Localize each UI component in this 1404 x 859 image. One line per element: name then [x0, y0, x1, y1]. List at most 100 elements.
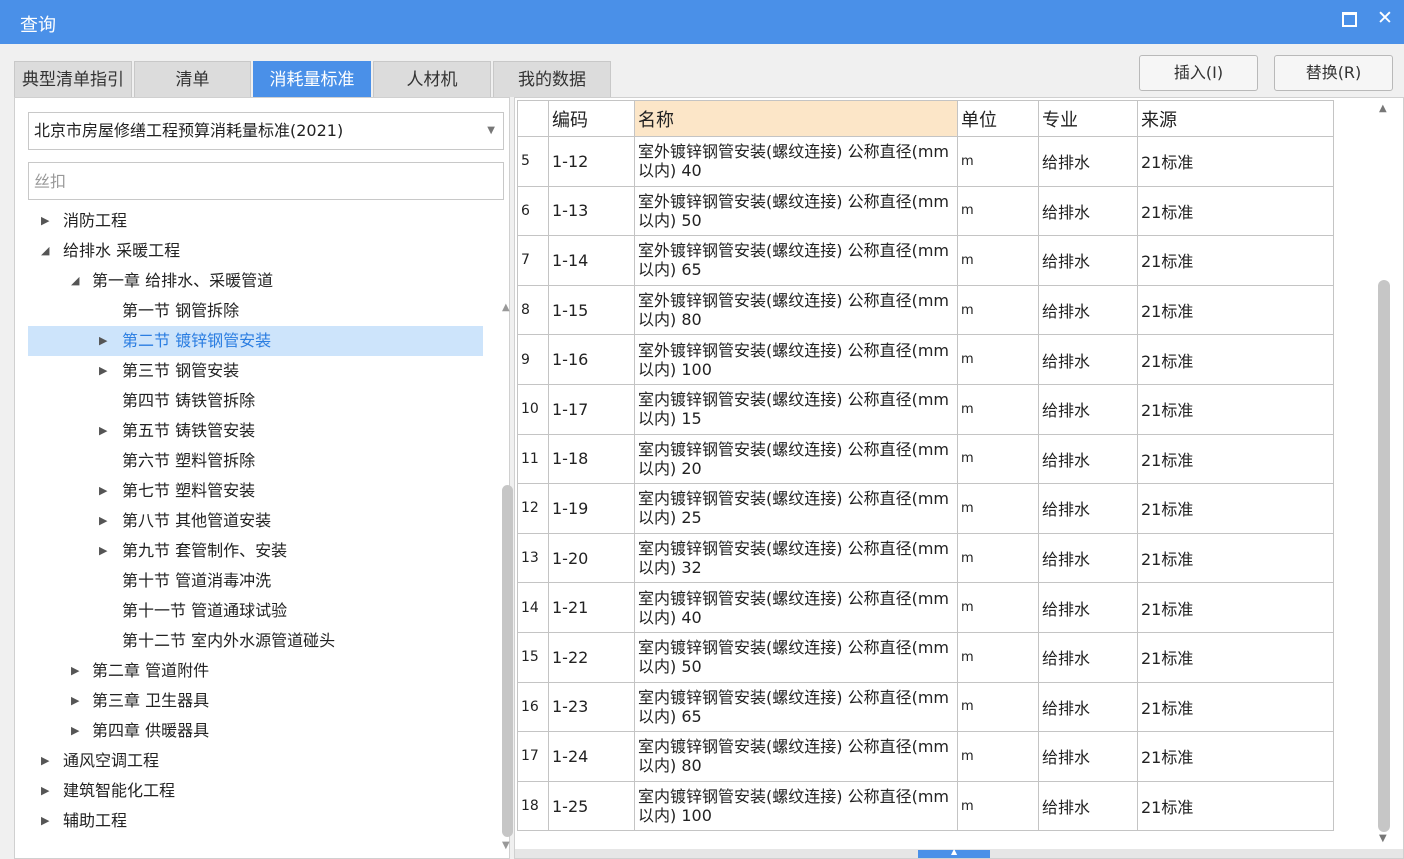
- tree-item[interactable]: ▶ 消防工程: [28, 206, 483, 236]
- table-row[interactable]: 18 1-25 室内镀锌钢管安装(螺纹连接) 公称直径(mm以内) 100 m 给排水 2…: [517, 780, 1334, 832]
- tab-typical-list-guide[interactable]: 典型清单指引: [14, 61, 132, 97]
- table-row[interactable]: 10 1-17 室内镀锌钢管安装(螺纹连接) 公称直径(mm以内) 15 m 给排水 21…: [517, 383, 1334, 435]
- scroll-up-icon[interactable]: ▲: [502, 302, 510, 313]
- tree-item[interactable]: ◢ 给排水 采暖工程: [28, 236, 483, 266]
- scroll-thumb[interactable]: [1378, 280, 1390, 832]
- close-icon[interactable]: ✕: [1377, 8, 1393, 28]
- caret-collapsed-icon[interactable]: ▶: [71, 716, 83, 746]
- scroll-down-icon[interactable]: ▼: [1379, 833, 1387, 844]
- cell-source: 21标准: [1137, 582, 1334, 633]
- table-scrollbar[interactable]: ▲ ▼: [1374, 100, 1393, 852]
- table-row[interactable]: 7 1-14 室外镀锌钢管安装(螺纹连接) 公称直径(mm以内) 65 m 给排水 21标…: [517, 235, 1334, 286]
- cell-name: 室外镀锌钢管安装(螺纹连接) 公称直径(mm以内) 65: [634, 235, 958, 286]
- cell-name: 室内镀锌钢管安装(螺纹连接) 公称直径(mm以内) 50: [634, 631, 958, 683]
- cell-code: 1-12: [548, 136, 635, 187]
- tree-item[interactable]: 第六节 塑料管拆除: [28, 446, 483, 476]
- tree-item[interactable]: ▶ 第二章 管道附件: [28, 656, 483, 686]
- tree-item[interactable]: ▶ 建筑智能化工程: [28, 776, 483, 806]
- tree-item[interactable]: ▶ 第八节 其他管道安装: [28, 506, 483, 536]
- col-code-header[interactable]: 编码: [548, 100, 635, 137]
- tree-item[interactable]: ▶ 辅助工程: [28, 806, 483, 836]
- col-index-header[interactable]: [517, 100, 549, 137]
- tree-item[interactable]: ▶ 第三章 卫生器具: [28, 686, 483, 716]
- caret-expanded-icon[interactable]: ◢: [71, 266, 83, 296]
- cell-source: 21标准: [1137, 284, 1334, 336]
- caret-collapsed-icon[interactable]: ▶: [99, 476, 111, 506]
- insert-button[interactable]: 插入(I): [1139, 55, 1258, 91]
- cell-name: 室外镀锌钢管安装(螺纹连接) 公称直径(mm以内) 100: [634, 334, 958, 385]
- left-panel: 北京市房屋修缮工程预算消耗量标准(2021) ▼ ▶消防工程◢给排水 采暖工程◢…: [14, 97, 513, 859]
- table-row[interactable]: 5 1-12 室外镀锌钢管安装(螺纹连接) 公称直径(mm以内) 40 m 给排水 21标…: [517, 136, 1334, 187]
- caret-collapsed-icon[interactable]: ▶: [71, 686, 83, 716]
- table-row[interactable]: 11 1-18 室内镀锌钢管安装(螺纹连接) 公称直径(mm以内) 20 m 给排水 21…: [517, 433, 1334, 485]
- tree-item[interactable]: 第一节 钢管拆除: [28, 296, 483, 326]
- col-major-header[interactable]: 专业: [1038, 100, 1138, 137]
- table-row[interactable]: 6 1-13 室外镀锌钢管安装(螺纹连接) 公称直径(mm以内) 50 m 给排水 21标…: [517, 185, 1334, 237]
- cell-code: 1-16: [548, 334, 635, 385]
- table-row[interactable]: 12 1-19 室内镀锌钢管安装(螺纹连接) 公称直径(mm以内) 25 m 给排水 21…: [517, 483, 1334, 534]
- table-row[interactable]: 15 1-22 室内镀锌钢管安装(螺纹连接) 公称直径(mm以内) 50 m 给排水 21…: [517, 631, 1334, 683]
- cell-idx: 15: [517, 631, 549, 683]
- tab-list[interactable]: 清单: [134, 61, 251, 97]
- filter-input[interactable]: [28, 162, 504, 200]
- tree-item-label: 第六节 塑料管拆除: [122, 451, 256, 470]
- table-row[interactable]: 16 1-23 室内镀锌钢管安装(螺纹连接) 公称直径(mm以内) 65 m 给排水 21…: [517, 681, 1334, 733]
- scroll-up-icon[interactable]: ▲: [1379, 103, 1387, 114]
- chevron-down-icon[interactable]: ▼: [487, 113, 495, 149]
- cell-code: 1-25: [548, 780, 635, 832]
- tree-item-label: 第四节 铸铁管拆除: [122, 391, 256, 410]
- tree-item[interactable]: ▶ 通风空调工程: [28, 746, 483, 776]
- tree-item-label: 第一章 给排水、采暖管道: [92, 271, 274, 290]
- splitter-handle[interactable]: ▲: [918, 847, 990, 858]
- col-name-header[interactable]: 名称: [634, 100, 958, 137]
- table-row[interactable]: 14 1-21 室内镀锌钢管安装(螺纹连接) 公称直径(mm以内) 40 m 给排水 21…: [517, 582, 1334, 633]
- scroll-down-icon[interactable]: ▼: [502, 840, 510, 851]
- cell-name: 室内镀锌钢管安装(螺纹连接) 公称直径(mm以内) 100: [634, 780, 958, 832]
- table-row[interactable]: 17 1-24 室内镀锌钢管安装(螺纹连接) 公称直径(mm以内) 80 m 给排水 21…: [517, 731, 1334, 782]
- caret-collapsed-icon[interactable]: ▶: [41, 206, 53, 236]
- caret-collapsed-icon[interactable]: ▶: [71, 656, 83, 686]
- tree-item[interactable]: ▶ 第五节 铸铁管安装: [28, 416, 483, 446]
- tree-item[interactable]: 第十二节 室内外水源管道碰头: [28, 626, 483, 656]
- caret-collapsed-icon[interactable]: ▶: [99, 356, 111, 386]
- tab-consumption-standard[interactable]: 消耗量标准: [253, 61, 371, 97]
- splitter-bar[interactable]: ▲: [515, 847, 1403, 858]
- caret-collapsed-icon[interactable]: ▶: [41, 806, 53, 836]
- tree-item[interactable]: 第十节 管道消毒冲洗: [28, 566, 483, 596]
- title-bar[interactable]: 查询 ✕: [0, 0, 1404, 44]
- tree-item[interactable]: ▶ 第九节 套管制作、安装: [28, 536, 483, 566]
- maximize-icon[interactable]: [1342, 12, 1357, 27]
- cell-idx: 8: [517, 284, 549, 336]
- tree-item[interactable]: ◢ 第一章 给排水、采暖管道: [28, 266, 483, 296]
- caret-expanded-icon[interactable]: ◢: [41, 236, 53, 266]
- table-row[interactable]: 13 1-20 室内镀锌钢管安装(螺纹连接) 公称直径(mm以内) 32 m 给排水 21…: [517, 532, 1334, 584]
- tree-item-label: 第一节 钢管拆除: [122, 301, 240, 320]
- tree-item[interactable]: ▶ 第四章 供暖器具: [28, 716, 483, 746]
- tree-item[interactable]: ▶ 第二节 镀锌钢管安装: [28, 326, 483, 356]
- col-source-header[interactable]: 来源: [1137, 100, 1334, 137]
- caret-collapsed-icon[interactable]: ▶: [99, 506, 111, 536]
- standard-select[interactable]: 北京市房屋修缮工程预算消耗量标准(2021) ▼: [28, 112, 504, 150]
- caret-collapsed-icon[interactable]: ▶: [99, 536, 111, 566]
- cell-major: 给排水: [1038, 235, 1138, 286]
- caret-collapsed-icon[interactable]: ▶: [99, 416, 111, 446]
- replace-button[interactable]: 替换(R): [1274, 55, 1393, 91]
- tree-item[interactable]: ▶ 第三节 钢管安装: [28, 356, 483, 386]
- cell-idx: 10: [517, 383, 549, 435]
- cell-major: 给排水: [1038, 731, 1138, 782]
- tree-item-label: 第二节 镀锌钢管安装: [122, 331, 272, 350]
- tab-labor-material-machine[interactable]: 人材机: [373, 61, 491, 97]
- table-row[interactable]: 9 1-16 室外镀锌钢管安装(螺纹连接) 公称直径(mm以内) 100 m 给排水 21…: [517, 334, 1334, 385]
- tree-item[interactable]: ▶ 第七节 塑料管安装: [28, 476, 483, 506]
- tree-item[interactable]: 第十一节 管道通球试验: [28, 596, 483, 626]
- dialog-title: 查询: [20, 15, 56, 36]
- caret-collapsed-icon[interactable]: ▶: [41, 776, 53, 806]
- scroll-thumb[interactable]: [502, 485, 513, 837]
- table-row[interactable]: 8 1-15 室外镀锌钢管安装(螺纹连接) 公称直径(mm以内) 80 m 给排水 21标…: [517, 284, 1334, 336]
- col-unit-header[interactable]: 单位: [957, 100, 1039, 137]
- caret-collapsed-icon[interactable]: ▶: [41, 746, 53, 776]
- tree-item[interactable]: 第四节 铸铁管拆除: [28, 386, 483, 416]
- tab-my-data[interactable]: 我的数据: [493, 61, 611, 97]
- caret-collapsed-icon[interactable]: ▶: [99, 326, 111, 356]
- cell-source: 21标准: [1137, 136, 1334, 187]
